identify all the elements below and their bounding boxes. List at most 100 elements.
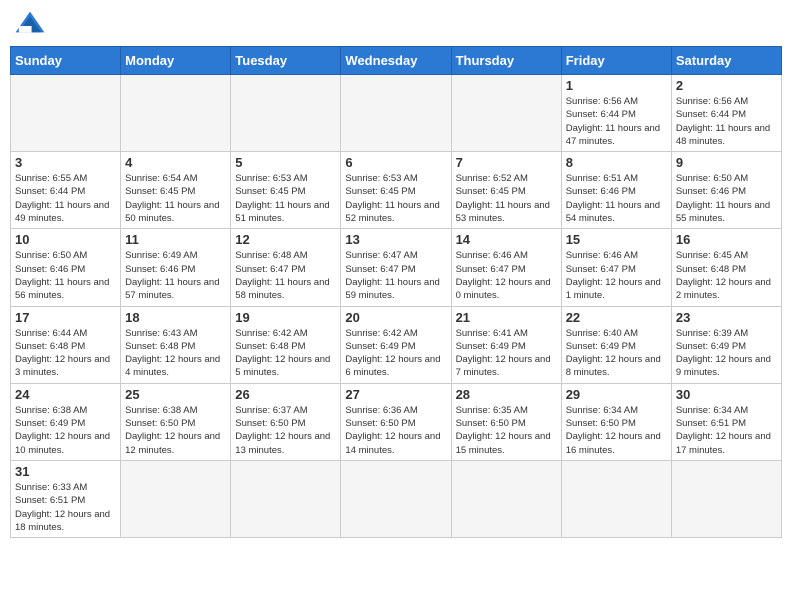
calendar-cell: 23 Sunrise: 6:39 AM Sunset: 6:49 PM Dayli… — [671, 306, 781, 383]
calendar-cell — [231, 75, 341, 152]
header — [10, 10, 782, 38]
day-number: 6 — [345, 155, 446, 170]
column-header-thursday: Thursday — [451, 47, 561, 75]
calendar-cell: 3 Sunrise: 6:55 AM Sunset: 6:44 PM Daylig… — [11, 152, 121, 229]
day-info: Sunrise: 6:42 AM Sunset: 6:48 PM Dayligh… — [235, 327, 336, 380]
calendar-cell — [11, 75, 121, 152]
day-number: 25 — [125, 387, 226, 402]
day-number: 10 — [15, 232, 116, 247]
day-info: Sunrise: 6:39 AM Sunset: 6:49 PM Dayligh… — [676, 327, 777, 380]
calendar-cell: 17Sunrise: 6:44 AM Sunset: 6:48 PM Dayli… — [11, 306, 121, 383]
day-number: 2 — [676, 78, 777, 93]
day-info: Sunrise: 6:56 AM Sunset: 6:44 PM Dayligh… — [676, 95, 777, 148]
day-info: Sunrise: 6:46 AM Sunset: 6:47 PM Dayligh… — [456, 249, 557, 302]
day-info: Sunrise: 6:33 AM Sunset: 6:51 PM Dayligh… — [15, 481, 116, 534]
day-number: 14 — [456, 232, 557, 247]
day-number: 5 — [235, 155, 336, 170]
day-info: Sunrise: 6:38 AM Sunset: 6:50 PM Dayligh… — [125, 404, 226, 457]
calendar-cell: 10 Sunrise: 6:50 AM Sunset: 6:46 PM Dayli… — [11, 229, 121, 306]
day-info: Sunrise: 6:47 AM Sunset: 6:47 PM Dayligh… — [345, 249, 446, 302]
day-number: 19 — [235, 310, 336, 325]
day-info: Sunrise: 6:34 AM Sunset: 6:51 PM Dayligh… — [676, 404, 777, 457]
column-header-monday: Monday — [121, 47, 231, 75]
day-number: 30 — [676, 387, 777, 402]
day-number: 29 — [566, 387, 667, 402]
calendar: SundayMondayTuesdayWednesdayThursdayFrid… — [10, 46, 782, 538]
day-info: Sunrise: 6:40 AM Sunset: 6:49 PM Dayligh… — [566, 327, 667, 380]
day-number: 1 — [566, 78, 667, 93]
day-info: Sunrise: 6:50 AM Sunset: 6:46 PM Dayligh… — [676, 172, 777, 225]
calendar-cell — [341, 460, 451, 537]
day-number: 3 — [15, 155, 116, 170]
calendar-cell — [121, 75, 231, 152]
calendar-cell: 15Sunrise: 6:46 AM Sunset: 6:47 PM Dayli… — [561, 229, 671, 306]
day-info: Sunrise: 6:55 AM Sunset: 6:44 PM Dayligh… — [15, 172, 116, 225]
week-row-3: 10 Sunrise: 6:50 AM Sunset: 6:46 PM Dayli… — [11, 229, 782, 306]
day-number: 20 — [345, 310, 446, 325]
calendar-cell: 21Sunrise: 6:41 AM Sunset: 6:49 PM Dayli… — [451, 306, 561, 383]
day-headers-row: SundayMondayTuesdayWednesdayThursdayFrid… — [11, 47, 782, 75]
day-number: 17 — [15, 310, 116, 325]
day-info: Sunrise: 6:38 AM Sunset: 6:49 PM Dayligh… — [15, 404, 116, 457]
column-header-friday: Friday — [561, 47, 671, 75]
calendar-cell: 27Sunrise: 6:36 AM Sunset: 6:50 PM Dayli… — [341, 383, 451, 460]
calendar-cell: 22Sunrise: 6:40 AM Sunset: 6:49 PM Dayli… — [561, 306, 671, 383]
day-number: 4 — [125, 155, 226, 170]
day-number: 21 — [456, 310, 557, 325]
day-info: Sunrise: 6:45 AM Sunset: 6:48 PM Dayligh… — [676, 249, 777, 302]
calendar-cell: 16Sunrise: 6:45 AM Sunset: 6:48 PM Dayli… — [671, 229, 781, 306]
day-info: Sunrise: 6:49 AM Sunset: 6:46 PM Dayligh… — [125, 249, 226, 302]
day-number: 15 — [566, 232, 667, 247]
calendar-cell: 19 Sunrise: 6:42 AM Sunset: 6:48 PM Dayli… — [231, 306, 341, 383]
logo-icon — [14, 10, 46, 38]
calendar-cell: 26 Sunrise: 6:37 AM Sunset: 6:50 PM Dayli… — [231, 383, 341, 460]
calendar-cell — [341, 75, 451, 152]
calendar-cell: 6Sunrise: 6:53 AM Sunset: 6:45 PM Daylig… — [341, 152, 451, 229]
calendar-cell: 2 Sunrise: 6:56 AM Sunset: 6:44 PM Daylig… — [671, 75, 781, 152]
calendar-cell: 12Sunrise: 6:48 AM Sunset: 6:47 PM Dayli… — [231, 229, 341, 306]
day-info: Sunrise: 6:43 AM Sunset: 6:48 PM Dayligh… — [125, 327, 226, 380]
day-number: 26 — [235, 387, 336, 402]
day-number: 12 — [235, 232, 336, 247]
calendar-cell: 28 Sunrise: 6:35 AM Sunset: 6:50 PM Dayli… — [451, 383, 561, 460]
calendar-cell: 1 Sunrise: 6:56 AM Sunset: 6:44 PM Daylig… — [561, 75, 671, 152]
day-info: Sunrise: 6:54 AM Sunset: 6:45 PM Dayligh… — [125, 172, 226, 225]
calendar-cell — [231, 460, 341, 537]
day-number: 8 — [566, 155, 667, 170]
calendar-cell — [451, 75, 561, 152]
calendar-cell: 9 Sunrise: 6:50 AM Sunset: 6:46 PM Daylig… — [671, 152, 781, 229]
day-number: 24 — [15, 387, 116, 402]
week-row-5: 24 Sunrise: 6:38 AM Sunset: 6:49 PM Dayli… — [11, 383, 782, 460]
day-number: 18 — [125, 310, 226, 325]
day-info: Sunrise: 6:35 AM Sunset: 6:50 PM Dayligh… — [456, 404, 557, 457]
calendar-cell: 30 Sunrise: 6:34 AM Sunset: 6:51 PM Dayli… — [671, 383, 781, 460]
day-info: Sunrise: 6:52 AM Sunset: 6:45 PM Dayligh… — [456, 172, 557, 225]
day-number: 28 — [456, 387, 557, 402]
column-header-wednesday: Wednesday — [341, 47, 451, 75]
day-number: 9 — [676, 155, 777, 170]
column-header-tuesday: Tuesday — [231, 47, 341, 75]
day-info: Sunrise: 6:34 AM Sunset: 6:50 PM Dayligh… — [566, 404, 667, 457]
calendar-cell: 5Sunrise: 6:53 AM Sunset: 6:45 PM Daylig… — [231, 152, 341, 229]
day-number: 23 — [676, 310, 777, 325]
day-info: Sunrise: 6:51 AM Sunset: 6:46 PM Dayligh… — [566, 172, 667, 225]
calendar-cell: 24 Sunrise: 6:38 AM Sunset: 6:49 PM Dayli… — [11, 383, 121, 460]
day-info: Sunrise: 6:56 AM Sunset: 6:44 PM Dayligh… — [566, 95, 667, 148]
calendar-cell: 8 Sunrise: 6:51 AM Sunset: 6:46 PM Daylig… — [561, 152, 671, 229]
calendar-cell: 11Sunrise: 6:49 AM Sunset: 6:46 PM Dayli… — [121, 229, 231, 306]
day-number: 27 — [345, 387, 446, 402]
calendar-cell — [121, 460, 231, 537]
day-info: Sunrise: 6:50 AM Sunset: 6:46 PM Dayligh… — [15, 249, 116, 302]
calendar-cell: 20Sunrise: 6:42 AM Sunset: 6:49 PM Dayli… — [341, 306, 451, 383]
calendar-cell: 14 Sunrise: 6:46 AM Sunset: 6:47 PM Dayli… — [451, 229, 561, 306]
calendar-cell: 18 Sunrise: 6:43 AM Sunset: 6:48 PM Dayli… — [121, 306, 231, 383]
column-header-sunday: Sunday — [11, 47, 121, 75]
logo — [14, 10, 50, 38]
calendar-cell — [671, 460, 781, 537]
calendar-cell — [561, 460, 671, 537]
calendar-cell: 13Sunrise: 6:47 AM Sunset: 6:47 PM Dayli… — [341, 229, 451, 306]
calendar-cell: 7Sunrise: 6:52 AM Sunset: 6:45 PM Daylig… — [451, 152, 561, 229]
calendar-cell — [451, 460, 561, 537]
week-row-4: 17Sunrise: 6:44 AM Sunset: 6:48 PM Dayli… — [11, 306, 782, 383]
day-info: Sunrise: 6:37 AM Sunset: 6:50 PM Dayligh… — [235, 404, 336, 457]
